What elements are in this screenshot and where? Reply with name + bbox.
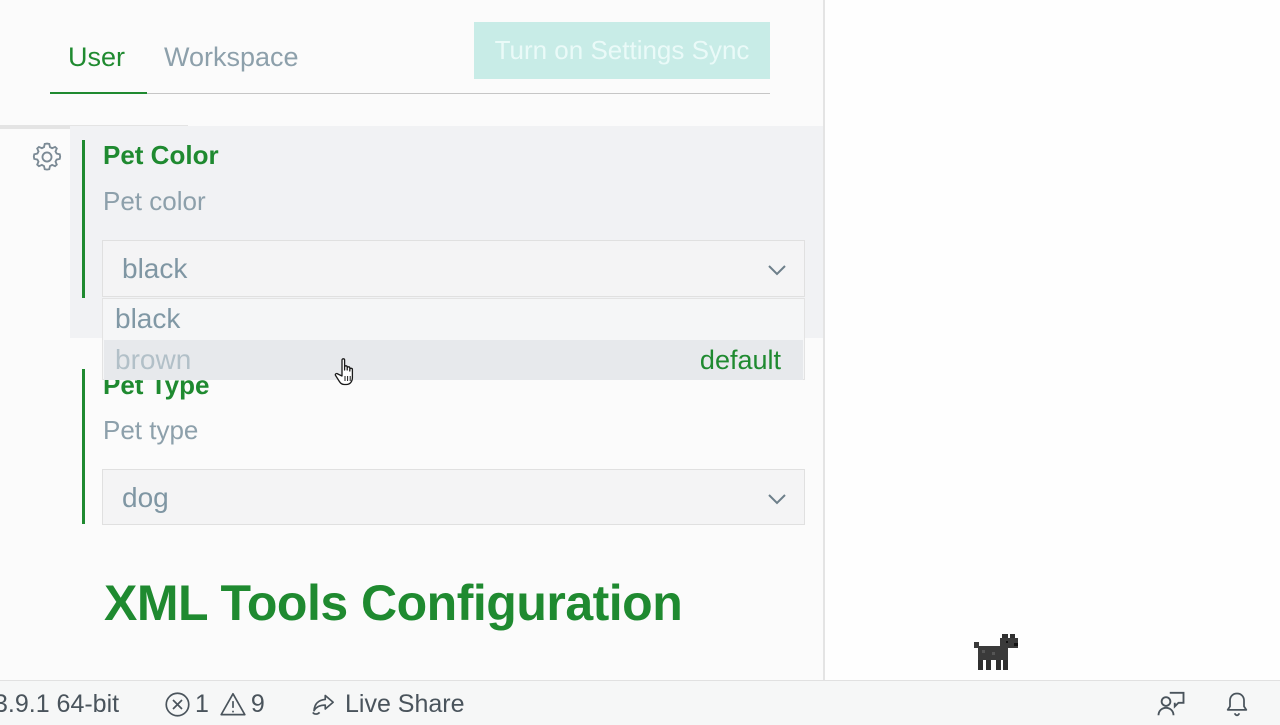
pet-type-select[interactable]: dog: [102, 469, 805, 525]
pet-type-description: Pet type: [103, 415, 199, 445]
option-label: brown: [115, 344, 192, 375]
bell-icon[interactable]: [1223, 689, 1251, 719]
pet-color-description: Pet color: [103, 186, 206, 216]
dropdown-option-brown[interactable]: brown default: [104, 340, 803, 380]
live-share-button[interactable]: Live Share: [309, 690, 465, 719]
tab-user[interactable]: User: [68, 40, 125, 74]
live-share-icon: [312, 694, 334, 715]
pet-color-modified-indicator: [82, 140, 85, 298]
active-tab-indicator: [50, 92, 147, 94]
pet-color-select[interactable]: black: [102, 240, 805, 297]
settings-editor: User Workspace Turn on Settings Sync Pet…: [0, 0, 823, 680]
dropdown-option-black[interactable]: black: [104, 299, 803, 339]
chevron-down-icon: [768, 265, 786, 276]
settings-sync-button[interactable]: Turn on Settings Sync: [474, 22, 770, 79]
pet-color-title: Pet Color: [103, 140, 219, 170]
vscode-window: User Workspace Turn on Settings Sync Pet…: [0, 0, 1280, 725]
pet-dog-icon: [974, 634, 1018, 670]
warning-triangle-icon: [220, 692, 246, 716]
pet-panel: [825, 0, 1280, 680]
pet-color-selected-value: black: [122, 253, 188, 284]
default-badge: default: [699, 345, 781, 375]
pet-color-dropdown-list: black brown default: [102, 298, 805, 380]
chevron-down-icon: [768, 494, 786, 505]
feedback-person-icon[interactable]: [1156, 689, 1186, 719]
hand-pointer-icon: [334, 358, 354, 386]
pet-type-modified-indicator: [82, 369, 85, 524]
section-heading: XML Tools Configuration: [104, 575, 683, 631]
status-bar: 3.9.1 64-bit 1 9 Live Share: [0, 680, 1280, 725]
warning-count: 9: [250, 690, 265, 718]
error-circle-icon: [165, 692, 190, 717]
gear-icon[interactable]: [30, 140, 64, 174]
error-count: 1: [195, 690, 209, 718]
python-interpreter-status[interactable]: 3.9.1 64-bit: [0, 690, 119, 719]
tab-workspace[interactable]: Workspace: [164, 40, 299, 74]
option-label: black: [115, 303, 181, 334]
tab-divider: [147, 93, 770, 94]
pet-type-selected-value: dog: [122, 482, 169, 513]
problems-status[interactable]: 1 9: [164, 690, 275, 719]
live-share-label: Live Share: [345, 690, 465, 718]
